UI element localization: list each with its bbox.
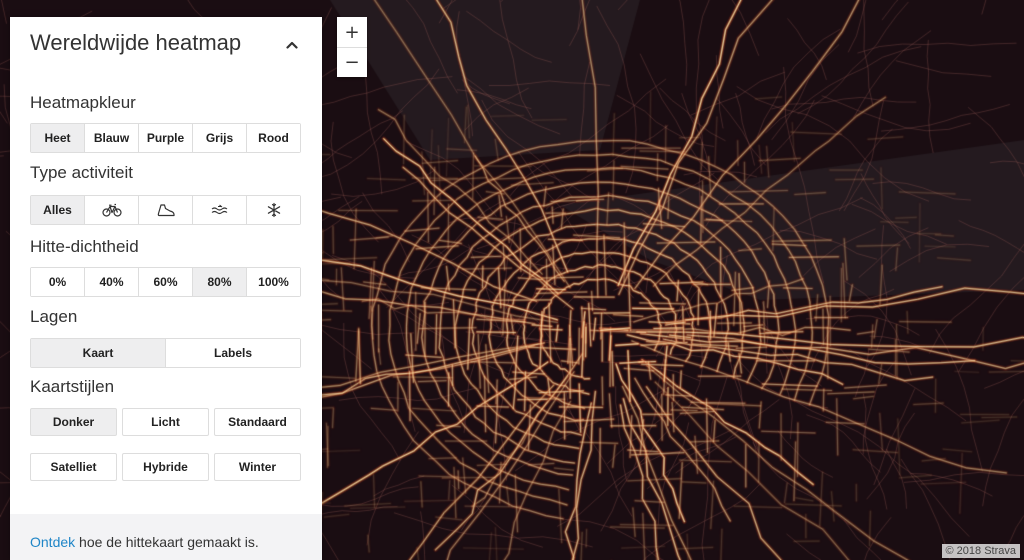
bike-icon (101, 203, 122, 217)
activity-option-ride[interactable] (85, 196, 139, 224)
density-option-40[interactable]: 40% (85, 268, 139, 296)
activity-option-all[interactable]: Alles (31, 196, 85, 224)
water-icon (211, 204, 227, 215)
panel-title: Wereldwijde heatmap (30, 30, 242, 55)
style-option-standaard[interactable]: Standaard (214, 408, 301, 436)
zoom-control: + − (337, 17, 367, 77)
heat-density-label: Hitte-dichtheid (30, 237, 139, 256)
style-option-licht[interactable]: Licht (122, 408, 209, 436)
map-attribution: © 2018 Strava (941, 544, 1020, 558)
heatmap-settings-panel: Wereldwijde heatmap Heatmapkleur Heet Bl… (10, 17, 322, 560)
density-option-80[interactable]: 80% (193, 268, 247, 296)
panel-footer: Ontdek hoe de hittekaart gemaakt is. (10, 514, 322, 560)
discover-link[interactable]: Ontdek (30, 534, 75, 550)
color-option-blauw[interactable]: Blauw (85, 124, 139, 152)
color-option-heet[interactable]: Heet (31, 124, 85, 152)
activity-type-label: Type activiteit (30, 163, 133, 182)
style-option-donker[interactable]: Donker (30, 408, 117, 436)
chevron-up-icon[interactable] (286, 39, 298, 51)
zoom-in-button[interactable]: + (337, 17, 367, 47)
snowflake-icon (267, 202, 280, 218)
color-option-rood[interactable]: Rood (247, 124, 300, 152)
layers-label: Lagen (30, 307, 78, 326)
activity-option-winter[interactable] (247, 196, 300, 224)
layer-option-kaart[interactable]: Kaart (31, 339, 166, 367)
color-option-purple[interactable]: Purple (139, 124, 193, 152)
heatmap-color-label: Heatmapkleur (30, 93, 136, 112)
style-option-satelliet[interactable]: Satelliet (30, 453, 117, 481)
activity-option-water[interactable] (193, 196, 247, 224)
heatmap-color-group: Heet Blauw Purple Grijs Rood (30, 123, 301, 153)
shoe-icon (157, 204, 175, 217)
footer-text: Ontdek hoe de hittekaart gemaakt is. (30, 534, 259, 550)
activity-option-run[interactable] (139, 196, 193, 224)
map-styles-label: Kaartstijlen (30, 377, 115, 396)
density-option-100[interactable]: 100% (247, 268, 300, 296)
layers-group: Kaart Labels (30, 338, 301, 368)
density-option-0[interactable]: 0% (31, 268, 85, 296)
style-option-hybride[interactable]: Hybride (122, 453, 209, 481)
activity-type-group: Alles (30, 195, 301, 225)
density-option-60[interactable]: 60% (139, 268, 193, 296)
heat-density-group: 0% 40% 60% 80% 100% (30, 267, 301, 297)
style-option-winter[interactable]: Winter (214, 453, 301, 481)
layer-option-labels[interactable]: Labels (166, 339, 300, 367)
color-option-grijs[interactable]: Grijs (193, 124, 247, 152)
zoom-out-button[interactable]: − (337, 47, 367, 77)
footer-description: hoe de hittekaart gemaakt is. (75, 534, 259, 550)
panel-header[interactable]: Wereldwijde heatmap (10, 17, 322, 77)
